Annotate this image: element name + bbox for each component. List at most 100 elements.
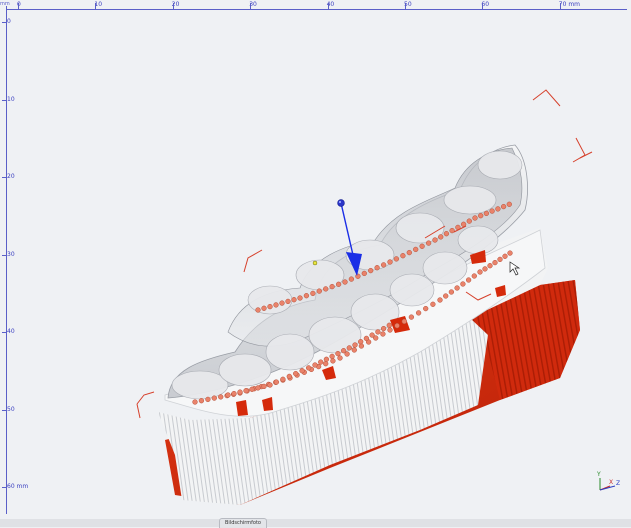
margin-marker-dot[interactable] (394, 323, 400, 329)
margin-marker-dot[interactable] (361, 270, 367, 277)
margin-marker-dot[interactable] (358, 339, 364, 345)
margin-marker-dot[interactable] (255, 307, 261, 313)
margin-marker-dot[interactable] (335, 281, 342, 287)
margin-marker-dot[interactable] (482, 266, 488, 272)
margin-marker-dot[interactable] (231, 390, 237, 397)
margin-marker-dot[interactable] (375, 329, 381, 335)
margin-marker-dot[interactable] (506, 201, 512, 207)
margin-marker-dot[interactable] (323, 361, 329, 367)
margin-marker-dot[interactable] (393, 256, 400, 262)
margin-marker-dot[interactable] (437, 297, 443, 303)
margin-marker-dot[interactable] (323, 286, 329, 292)
margin-marker-dot[interactable] (374, 265, 380, 271)
margin-marker-dot[interactable] (368, 267, 374, 274)
margin-marker-dot[interactable] (342, 279, 348, 285)
margin-marker-dot[interactable] (291, 297, 297, 303)
margin-marker-dot[interactable] (425, 240, 432, 246)
margin-marker-dot[interactable] (303, 293, 310, 299)
margin-marker-dot[interactable] (261, 383, 267, 390)
margin-marker-dot[interactable] (335, 350, 341, 357)
margin-marker-dot[interactable] (380, 262, 387, 268)
margin-marker-dot[interactable] (460, 281, 466, 287)
margin-marker-dot[interactable] (286, 373, 292, 380)
margin-marker-dot[interactable] (472, 215, 478, 221)
margin-marker-dot[interactable] (466, 218, 472, 224)
margin-marker-dot[interactable] (355, 273, 361, 279)
margin-marker-dot[interactable] (198, 398, 205, 404)
margin-marker-dot[interactable] (346, 345, 352, 351)
margin-marker-dot[interactable] (492, 259, 498, 266)
margin-marker-dot[interactable] (386, 322, 392, 328)
margin-marker-dot[interactable] (330, 358, 336, 364)
margin-marker-dot[interactable] (449, 227, 455, 234)
margin-marker-dot[interactable] (478, 213, 484, 219)
margin-marker-dot[interactable] (454, 285, 460, 291)
margin-marker-dot[interactable] (267, 303, 273, 310)
margin-marker-dot[interactable] (430, 301, 436, 307)
margin-marker-dot[interactable] (432, 237, 438, 243)
margin-marker-dot[interactable] (205, 396, 211, 403)
margin-marker-dot[interactable] (316, 288, 322, 294)
margin-marker-dot[interactable] (297, 295, 303, 301)
margin-marker-dot[interactable] (419, 243, 425, 249)
margin-marker-dot[interactable] (401, 318, 407, 325)
margin-marker-dot[interactable] (406, 249, 412, 256)
margin-marker-dot[interactable] (387, 259, 393, 265)
margin-marker-dot[interactable] (352, 342, 358, 348)
margin-marker-dot[interactable] (448, 289, 455, 295)
margin-marker-dot[interactable] (502, 253, 508, 259)
margin-marker-dot[interactable] (363, 335, 370, 342)
margin-marker-dot[interactable] (408, 314, 415, 320)
margin-marker-dot[interactable] (293, 370, 299, 377)
margin-marker-dot[interactable] (487, 263, 493, 269)
margin-marker-dot[interactable] (273, 302, 279, 308)
margin-marker-dot[interactable] (192, 399, 198, 405)
margin-marker-dot[interactable] (255, 385, 261, 391)
margin-marker-dot[interactable] (243, 388, 249, 394)
margin-marker-dot[interactable] (358, 343, 365, 349)
margin-marker-dot[interactable] (329, 283, 335, 290)
margin-marker-dot[interactable] (438, 234, 444, 240)
margin-marker-dot[interactable] (310, 290, 316, 297)
margin-marker-dot[interactable] (305, 365, 312, 371)
margin-marker-dot[interactable] (387, 327, 393, 333)
margin-marker-dot[interactable] (218, 394, 224, 400)
margin-marker-dot[interactable] (465, 277, 472, 283)
margin-marker-dot[interactable] (279, 300, 285, 306)
margin-marker-dot[interactable] (348, 276, 355, 282)
margin-marker-dot[interactable] (273, 379, 280, 385)
margin-marker-dot[interactable] (312, 362, 318, 368)
margin-marker-dot[interactable] (471, 273, 477, 279)
margin-marker-dot[interactable] (415, 310, 422, 316)
margin-marker-dot[interactable] (318, 359, 324, 365)
margin-marker-dot[interactable] (497, 256, 503, 263)
margin-marker-dot[interactable] (443, 293, 449, 299)
margin-marker-dot[interactable] (495, 206, 501, 212)
margin-marker-dot[interactable] (351, 347, 357, 353)
margin-marker-dot[interactable] (329, 353, 335, 360)
margin-marker-dot[interactable] (369, 332, 375, 338)
margin-marker-dot[interactable] (423, 305, 429, 312)
margin-marker-dot[interactable] (285, 298, 291, 305)
margin-marker-dot[interactable] (489, 208, 495, 214)
margin-marker-dot[interactable] (237, 389, 243, 395)
margin-marker-dot[interactable] (340, 348, 347, 354)
margin-marker-dot[interactable] (249, 386, 255, 392)
3d-viewport[interactable]: mm Y X Z 10 20 30 40 50 60 70 mm 0 10 20… (0, 0, 631, 519)
margin-marker-dot[interactable] (323, 356, 330, 362)
margin-marker-dot[interactable] (299, 368, 305, 374)
margin-marker-dot[interactable] (483, 210, 490, 217)
margin-marker-dot[interactable] (380, 331, 386, 337)
margin-marker-dot[interactable] (380, 325, 387, 332)
margin-marker-dot[interactable] (500, 203, 507, 210)
margin-marker-dot[interactable] (211, 395, 217, 401)
margin-marker-dot[interactable] (267, 382, 273, 388)
margin-marker-dot[interactable] (400, 253, 406, 259)
margin-marker-dot[interactable] (443, 231, 450, 237)
margin-marker-dot[interactable] (507, 250, 513, 256)
margin-marker-dot[interactable] (225, 392, 231, 398)
margin-marker-dot[interactable] (477, 269, 483, 275)
margin-marker-dot[interactable] (261, 305, 267, 311)
dental-model-scene[interactable]: Y X Z (0, 0, 631, 519)
margin-marker-dot[interactable] (337, 355, 343, 361)
